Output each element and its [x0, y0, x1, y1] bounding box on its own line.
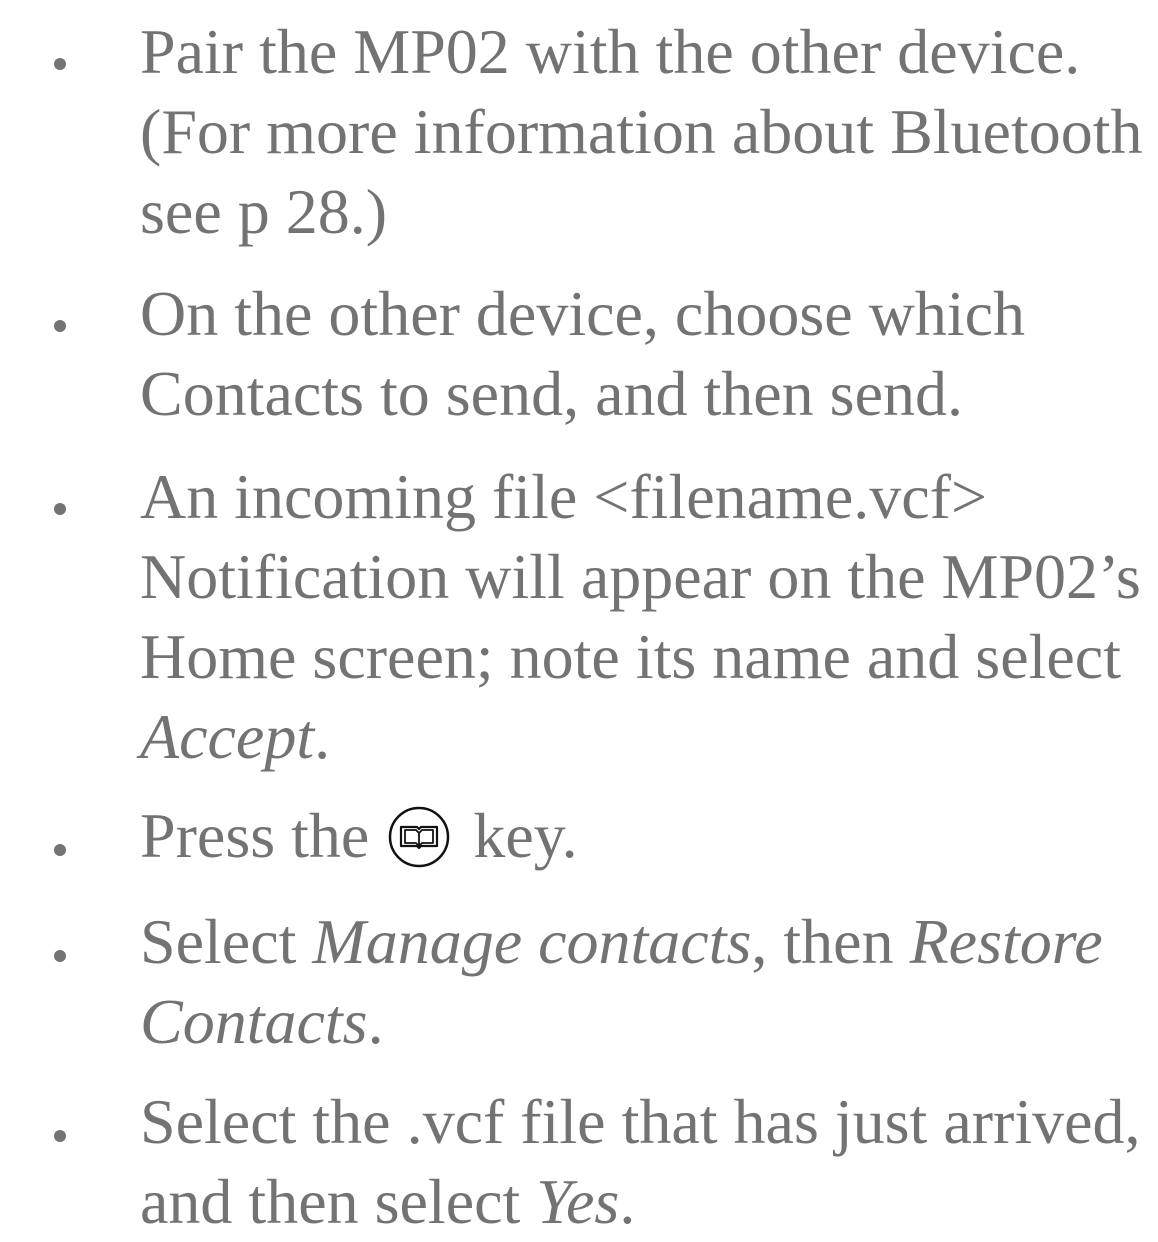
bullet-icon [54, 58, 66, 70]
step-1-text: Pair the MP02 with the other device. (Fo… [140, 16, 1143, 247]
bullet-icon [54, 950, 66, 962]
book-key-icon [387, 805, 451, 869]
step-text: An incoming file <filename.vcf> Notifica… [140, 457, 1150, 777]
step-3-end: . [314, 701, 331, 772]
step-text: Select the .vcf file that has just arriv… [140, 1082, 1150, 1242]
bullet-icon [54, 1130, 66, 1142]
step-text: Select Manage contacts, then Restore Con… [140, 902, 1150, 1062]
manage-contacts-emphasis: Manage contacts [312, 906, 752, 977]
step-5-middle: , then [751, 906, 910, 977]
step-4-end: key. [473, 800, 578, 871]
step-text: Pair the MP02 with the other device. (Fo… [140, 12, 1150, 252]
step-5-text: Select [140, 906, 313, 977]
step-4-text: Press the [140, 800, 370, 871]
step-2-text: On the other device, choose which Contac… [140, 278, 1026, 429]
bullet-icon [54, 844, 66, 856]
accept-emphasis: Accept [140, 701, 315, 772]
step-6-text: Select the .vcf file that has just arriv… [140, 1086, 1141, 1237]
bullet-icon [54, 320, 66, 332]
step-3-text: An incoming file <filename.vcf> Notifica… [140, 461, 1141, 692]
step-6-end: . [619, 1166, 636, 1237]
step-text: On the other device, choose which Contac… [140, 274, 1150, 434]
step-5-end: . [367, 986, 384, 1057]
step-text: Press the key. [140, 796, 1150, 876]
bullet-icon [54, 503, 66, 515]
yes-emphasis: Yes [536, 1166, 620, 1237]
